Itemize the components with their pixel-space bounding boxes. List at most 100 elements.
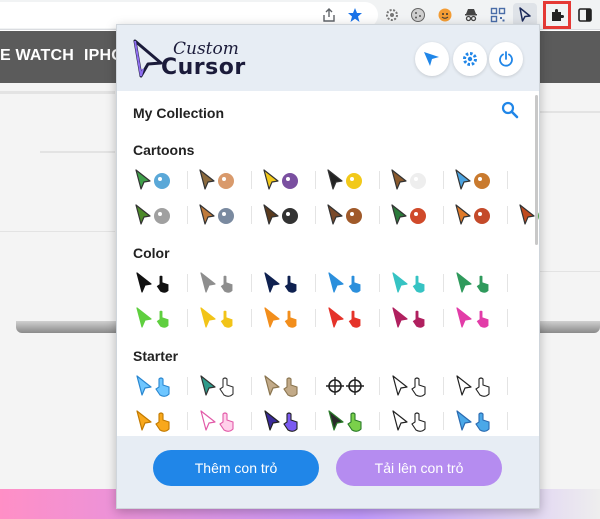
cursor-mode-button[interactable]	[415, 42, 449, 76]
cell-divider	[443, 412, 444, 430]
cursor-paper-plane-fist[interactable]	[197, 371, 247, 401]
cell-divider	[443, 309, 444, 327]
power-icon	[499, 51, 513, 67]
cell-divider	[379, 309, 380, 327]
cursor-pointer-hand[interactable]	[389, 406, 439, 436]
settings-button[interactable]	[453, 42, 487, 76]
cursor-arrow-icon	[424, 52, 439, 66]
cursor-boy-char[interactable]	[261, 200, 311, 230]
cell-divider	[187, 171, 188, 189]
decorative-line	[540, 111, 600, 113]
cursor-color-f2c418[interactable]	[197, 303, 247, 333]
cursor-color-2b8fdc[interactable]	[325, 268, 375, 298]
cell-divider	[251, 171, 252, 189]
cell-divider	[443, 274, 444, 292]
cursor-felix-cat[interactable]	[325, 165, 375, 195]
cartoon-row-1	[133, 165, 511, 195]
bookmark-star-icon[interactable]	[344, 4, 366, 26]
cursor-outline-arrow-hand[interactable]	[389, 371, 439, 401]
decorative-line	[0, 231, 115, 232]
cursor-color-2f9a5c[interactable]	[453, 268, 503, 298]
share-icon[interactable]	[318, 4, 340, 26]
custom-cursor-popup: Custom Cursor My Collection Cartoons Col…	[116, 24, 540, 509]
settings-gear-icon	[463, 52, 477, 66]
cursor-crosshair[interactable]	[325, 371, 375, 401]
upload-cursor-button[interactable]: Tải lên con trỏ	[336, 450, 502, 486]
cell-divider	[187, 206, 188, 224]
section-title-starter: Starter	[133, 348, 179, 364]
cell-divider	[507, 412, 508, 430]
starter-row-1	[133, 371, 511, 401]
cursor-bird-duo[interactable]	[453, 165, 503, 195]
cartoon-row-2	[133, 200, 539, 230]
cell-divider	[443, 171, 444, 189]
custom-cursor-logo: Custom Cursor	[131, 37, 251, 81]
cursor-color-e23ca8[interactable]	[453, 303, 503, 333]
cursor-color-b0205f[interactable]	[389, 303, 439, 333]
extension-cookie-icon[interactable]	[407, 4, 429, 26]
cursor-color-111111[interactable]	[133, 268, 183, 298]
cursor-color-0f2150[interactable]	[261, 268, 311, 298]
collection-scroll-area[interactable]: My Collection Cartoons Color Starter	[117, 91, 539, 436]
cursor-bear-panda[interactable]	[389, 165, 439, 195]
extension-spy-icon[interactable]	[460, 4, 482, 26]
cursor-beige-arrow[interactable]	[261, 371, 311, 401]
cursor-blue-move[interactable]	[453, 406, 503, 436]
color-row-1	[133, 268, 511, 298]
cell-divider	[251, 377, 252, 395]
cell-divider	[251, 412, 252, 430]
add-cursor-button[interactable]: Thêm con trỏ	[153, 450, 319, 486]
cursor-color-8e8e8e[interactable]	[197, 268, 247, 298]
cursor-shrek[interactable]	[133, 200, 183, 230]
collection-title: My Collection	[133, 105, 225, 121]
cursor-yellow-star[interactable]	[133, 406, 183, 436]
cell-divider	[379, 412, 380, 430]
decorative-line	[540, 271, 600, 272]
cell-divider	[315, 274, 316, 292]
cell-divider	[315, 206, 316, 224]
cursor-grab-hand[interactable]	[453, 371, 503, 401]
cursor-groot[interactable]	[197, 165, 247, 195]
cell-divider	[187, 274, 188, 292]
cursor-green-sparkle[interactable]	[325, 406, 375, 436]
cursor-ben10[interactable]	[389, 200, 439, 230]
cell-divider	[443, 377, 444, 395]
extension-qr-icon[interactable]	[487, 4, 509, 26]
cursor-dragon-grinch[interactable]	[517, 200, 539, 230]
cell-divider	[315, 377, 316, 395]
cell-divider	[251, 274, 252, 292]
cursor-ninja-turtle[interactable]	[133, 165, 183, 195]
cursor-purple-arrow-hand[interactable]	[261, 406, 311, 436]
cursor-minion[interactable]	[261, 165, 311, 195]
cursor-sky-arrow-hand[interactable]	[133, 371, 183, 401]
custom-cursor-extension-icon[interactable]	[514, 4, 536, 26]
section-title-color: Color	[133, 245, 170, 261]
cursor-color-5fcf3f[interactable]	[133, 303, 183, 333]
cell-divider	[507, 274, 508, 292]
nav-item-watch[interactable]: E WATCH	[0, 47, 74, 65]
cell-divider	[315, 171, 316, 189]
cursor-color-36c3c3[interactable]	[389, 268, 439, 298]
extension-face-icon[interactable]	[434, 4, 456, 26]
cell-divider	[379, 377, 380, 395]
cursor-color-f28e1c[interactable]	[261, 303, 311, 333]
cell-divider	[315, 412, 316, 430]
cell-divider	[507, 171, 508, 189]
sidebar-icon[interactable]	[574, 4, 596, 26]
extension-gear-icon[interactable]	[381, 4, 403, 26]
cell-divider	[507, 206, 508, 224]
section-title-cartoons: Cartoons	[133, 142, 195, 158]
decorative-line	[0, 91, 115, 94]
cursor-garfield[interactable]	[453, 200, 503, 230]
cell-divider	[187, 377, 188, 395]
cursor-color-e5332a[interactable]	[325, 303, 375, 333]
cursor-ostrich[interactable]	[325, 200, 375, 230]
search-icon[interactable]	[501, 101, 521, 121]
cell-divider	[507, 309, 508, 327]
cursor-tom-jerry[interactable]	[197, 200, 247, 230]
power-button[interactable]	[489, 42, 523, 76]
cursor-pink-outline-hand[interactable]	[197, 406, 247, 436]
popup-footer: Thêm con trỏ Tải lên con trỏ	[117, 436, 539, 508]
cell-divider	[507, 377, 508, 395]
extensions-puzzle-icon[interactable]	[546, 4, 568, 26]
